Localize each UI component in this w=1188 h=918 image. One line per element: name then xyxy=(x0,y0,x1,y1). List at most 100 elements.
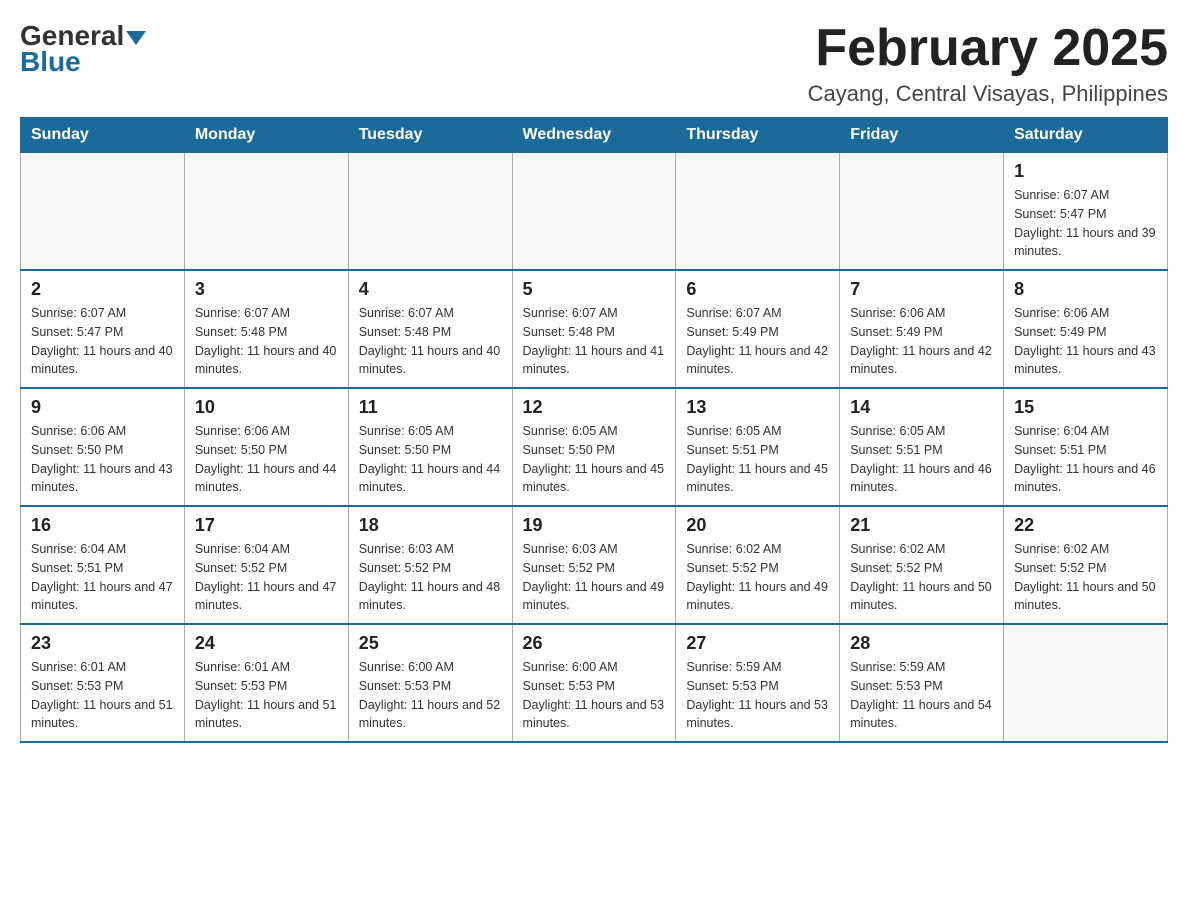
calendar-cell: 20 Sunrise: 6:02 AMSunset: 5:52 PMDayligh… xyxy=(676,506,840,624)
calendar-cell: 28 Sunrise: 5:59 AMSunset: 5:53 PMDayligh… xyxy=(840,624,1004,742)
logo: General Blue xyxy=(20,20,146,78)
calendar-cell: 17 Sunrise: 6:04 AMSunset: 5:52 PMDayligh… xyxy=(184,506,348,624)
day-info: Sunrise: 6:05 AMSunset: 5:51 PMDaylight:… xyxy=(686,422,829,497)
calendar-cell: 23 Sunrise: 6:01 AMSunset: 5:53 PMDayligh… xyxy=(21,624,185,742)
title-section: February 2025 Cayang, Central Visayas, P… xyxy=(808,20,1168,107)
day-info: Sunrise: 6:01 AMSunset: 5:53 PMDaylight:… xyxy=(195,658,338,733)
day-number: 12 xyxy=(523,397,666,418)
day-info: Sunrise: 6:06 AMSunset: 5:49 PMDaylight:… xyxy=(850,304,993,379)
calendar-cell: 7 Sunrise: 6:06 AMSunset: 5:49 PMDaylight… xyxy=(840,270,1004,388)
calendar-cell xyxy=(21,153,185,271)
day-info: Sunrise: 6:02 AMSunset: 5:52 PMDaylight:… xyxy=(850,540,993,615)
calendar-cell: 10 Sunrise: 6:06 AMSunset: 5:50 PMDayligh… xyxy=(184,388,348,506)
day-info: Sunrise: 6:02 AMSunset: 5:52 PMDaylight:… xyxy=(1014,540,1157,615)
calendar-cell xyxy=(184,153,348,271)
day-info: Sunrise: 6:00 AMSunset: 5:53 PMDaylight:… xyxy=(523,658,666,733)
calendar-cell: 16 Sunrise: 6:04 AMSunset: 5:51 PMDayligh… xyxy=(21,506,185,624)
day-info: Sunrise: 6:07 AMSunset: 5:49 PMDaylight:… xyxy=(686,304,829,379)
day-info: Sunrise: 6:03 AMSunset: 5:52 PMDaylight:… xyxy=(359,540,502,615)
page-header: General Blue February 2025 Cayang, Centr… xyxy=(20,20,1168,107)
calendar-header-saturday: Saturday xyxy=(1004,118,1168,153)
calendar-cell xyxy=(840,153,1004,271)
day-info: Sunrise: 6:05 AMSunset: 5:50 PMDaylight:… xyxy=(359,422,502,497)
day-number: 21 xyxy=(850,515,993,536)
day-number: 25 xyxy=(359,633,502,654)
day-number: 13 xyxy=(686,397,829,418)
day-number: 20 xyxy=(686,515,829,536)
calendar-header-sunday: Sunday xyxy=(21,118,185,153)
day-number: 5 xyxy=(523,279,666,300)
calendar-cell: 1 Sunrise: 6:07 AMSunset: 5:47 PMDaylight… xyxy=(1004,153,1168,271)
day-info: Sunrise: 6:06 AMSunset: 5:50 PMDaylight:… xyxy=(195,422,338,497)
day-info: Sunrise: 6:05 AMSunset: 5:51 PMDaylight:… xyxy=(850,422,993,497)
day-number: 8 xyxy=(1014,279,1157,300)
calendar-header-friday: Friday xyxy=(840,118,1004,153)
calendar-week-row: 23 Sunrise: 6:01 AMSunset: 5:53 PMDayligh… xyxy=(21,624,1168,742)
day-info: Sunrise: 6:07 AMSunset: 5:48 PMDaylight:… xyxy=(359,304,502,379)
calendar-header-tuesday: Tuesday xyxy=(348,118,512,153)
calendar-header-thursday: Thursday xyxy=(676,118,840,153)
day-info: Sunrise: 6:02 AMSunset: 5:52 PMDaylight:… xyxy=(686,540,829,615)
calendar-cell: 13 Sunrise: 6:05 AMSunset: 5:51 PMDayligh… xyxy=(676,388,840,506)
calendar-cell: 25 Sunrise: 6:00 AMSunset: 5:53 PMDayligh… xyxy=(348,624,512,742)
day-number: 23 xyxy=(31,633,174,654)
calendar-cell: 15 Sunrise: 6:04 AMSunset: 5:51 PMDayligh… xyxy=(1004,388,1168,506)
day-info: Sunrise: 5:59 AMSunset: 5:53 PMDaylight:… xyxy=(686,658,829,733)
day-info: Sunrise: 6:00 AMSunset: 5:53 PMDaylight:… xyxy=(359,658,502,733)
day-info: Sunrise: 6:05 AMSunset: 5:50 PMDaylight:… xyxy=(523,422,666,497)
day-number: 9 xyxy=(31,397,174,418)
day-info: Sunrise: 5:59 AMSunset: 5:53 PMDaylight:… xyxy=(850,658,993,733)
day-info: Sunrise: 6:04 AMSunset: 5:51 PMDaylight:… xyxy=(31,540,174,615)
calendar-cell: 8 Sunrise: 6:06 AMSunset: 5:49 PMDaylight… xyxy=(1004,270,1168,388)
calendar-cell xyxy=(348,153,512,271)
calendar-week-row: 2 Sunrise: 6:07 AMSunset: 5:47 PMDaylight… xyxy=(21,270,1168,388)
calendar-cell: 14 Sunrise: 6:05 AMSunset: 5:51 PMDayligh… xyxy=(840,388,1004,506)
day-number: 15 xyxy=(1014,397,1157,418)
day-number: 26 xyxy=(523,633,666,654)
day-info: Sunrise: 6:07 AMSunset: 5:47 PMDaylight:… xyxy=(31,304,174,379)
day-number: 6 xyxy=(686,279,829,300)
calendar-cell: 24 Sunrise: 6:01 AMSunset: 5:53 PMDayligh… xyxy=(184,624,348,742)
day-info: Sunrise: 6:07 AMSunset: 5:48 PMDaylight:… xyxy=(195,304,338,379)
location-label: Cayang, Central Visayas, Philippines xyxy=(808,81,1168,107)
calendar-cell xyxy=(676,153,840,271)
day-number: 18 xyxy=(359,515,502,536)
calendar-cell: 2 Sunrise: 6:07 AMSunset: 5:47 PMDaylight… xyxy=(21,270,185,388)
day-number: 4 xyxy=(359,279,502,300)
day-info: Sunrise: 6:01 AMSunset: 5:53 PMDaylight:… xyxy=(31,658,174,733)
calendar-cell: 6 Sunrise: 6:07 AMSunset: 5:49 PMDaylight… xyxy=(676,270,840,388)
calendar-week-row: 16 Sunrise: 6:04 AMSunset: 5:51 PMDayligh… xyxy=(21,506,1168,624)
day-number: 7 xyxy=(850,279,993,300)
calendar-cell: 11 Sunrise: 6:05 AMSunset: 5:50 PMDayligh… xyxy=(348,388,512,506)
logo-blue-label: Blue xyxy=(20,46,81,78)
calendar-cell xyxy=(512,153,676,271)
day-info: Sunrise: 6:06 AMSunset: 5:49 PMDaylight:… xyxy=(1014,304,1157,379)
calendar-week-row: 9 Sunrise: 6:06 AMSunset: 5:50 PMDaylight… xyxy=(21,388,1168,506)
day-info: Sunrise: 6:03 AMSunset: 5:52 PMDaylight:… xyxy=(523,540,666,615)
day-number: 19 xyxy=(523,515,666,536)
day-info: Sunrise: 6:07 AMSunset: 5:47 PMDaylight:… xyxy=(1014,186,1157,261)
calendar-cell: 21 Sunrise: 6:02 AMSunset: 5:52 PMDayligh… xyxy=(840,506,1004,624)
day-number: 28 xyxy=(850,633,993,654)
logo-arrow-icon xyxy=(126,31,146,45)
calendar-cell: 5Sunrise: 6:07 AMSunset: 5:48 PMDaylight… xyxy=(512,270,676,388)
day-number: 17 xyxy=(195,515,338,536)
day-info: Sunrise: 6:04 AMSunset: 5:52 PMDaylight:… xyxy=(195,540,338,615)
day-info: Sunrise: 6:04 AMSunset: 5:51 PMDaylight:… xyxy=(1014,422,1157,497)
day-number: 14 xyxy=(850,397,993,418)
month-title: February 2025 xyxy=(808,20,1168,77)
day-number: 11 xyxy=(359,397,502,418)
calendar-header-row: SundayMondayTuesdayWednesdayThursdayFrid… xyxy=(21,118,1168,153)
calendar-cell: 26 Sunrise: 6:00 AMSunset: 5:53 PMDayligh… xyxy=(512,624,676,742)
day-number: 2 xyxy=(31,279,174,300)
day-number: 1 xyxy=(1014,161,1157,182)
day-number: 3 xyxy=(195,279,338,300)
day-number: 24 xyxy=(195,633,338,654)
calendar-cell xyxy=(1004,624,1168,742)
day-number: 10 xyxy=(195,397,338,418)
calendar-cell: 19 Sunrise: 6:03 AMSunset: 5:52 PMDayligh… xyxy=(512,506,676,624)
calendar-week-row: 1 Sunrise: 6:07 AMSunset: 5:47 PMDaylight… xyxy=(21,153,1168,271)
calendar-cell: 4 Sunrise: 6:07 AMSunset: 5:48 PMDaylight… xyxy=(348,270,512,388)
day-number: 27 xyxy=(686,633,829,654)
day-number: 16 xyxy=(31,515,174,536)
